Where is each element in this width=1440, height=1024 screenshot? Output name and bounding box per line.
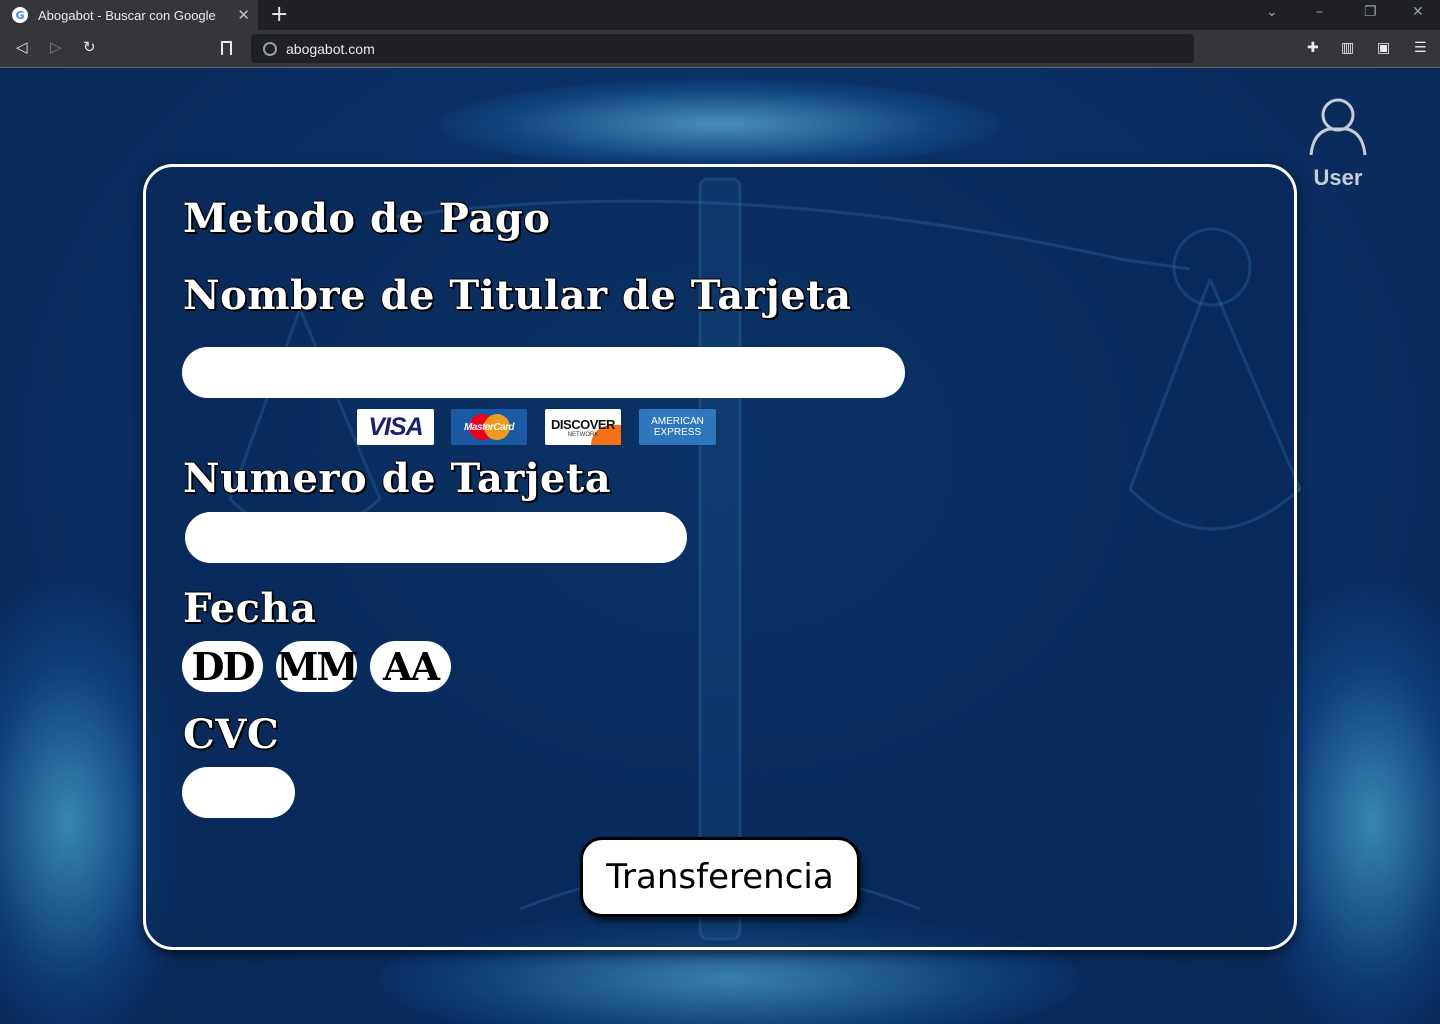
tab-close-icon[interactable]: ✕ [237,6,250,24]
user-icon [1309,98,1367,156]
date-label: Fecha [183,585,317,632]
tab-title: Abogabot - Buscar con Google [38,7,216,23]
address-bar[interactable]: abogabot.com [251,34,1194,63]
cvc-input[interactable] [182,767,295,818]
restore-icon[interactable]: ❐ [1364,4,1377,20]
url-text: abogabot.com [286,40,375,57]
globe-icon [263,41,277,56]
minimize-icon[interactable]: – [1316,4,1323,20]
amex-logo-icon: AMERICAN EXPRESS [639,409,716,445]
tab-search-icon[interactable]: ⌄ [1266,4,1278,20]
new-tab-icon[interactable]: + [270,2,288,27]
cvc-label: CVC [183,711,280,758]
google-favicon-icon: G [12,7,28,23]
holder-name-input[interactable] [182,347,905,398]
extensions-icon[interactable]: ✚ [1307,40,1323,56]
date-month-input[interactable]: MM [276,641,359,692]
payment-page: User Metodo de Pago Nombre de Titular de… [0,69,1440,1024]
browser-tab[interactable]: G Abogabot - Buscar con Google ✕ [0,0,258,30]
date-year-input[interactable]: AA [370,641,451,692]
transfer-button-label: Transferencia [606,857,834,897]
bookmark-icon[interactable] [221,41,232,55]
holder-name-label: Nombre de Titular de Tarjeta [183,272,852,319]
transfer-button[interactable]: Transferencia [580,837,860,917]
mastercard-logo-icon: MasterCard [451,409,527,445]
payment-form-card: Metodo de Pago Nombre de Titular de Tarj… [143,164,1297,950]
tab-strip: G Abogabot - Buscar con Google ✕ + ⌄ – ❐… [0,0,1440,30]
close-window-icon[interactable]: ✕ [1412,4,1424,20]
date-day-input[interactable]: DD [182,641,263,692]
visa-logo-icon: VISA [357,409,434,445]
wallet-icon[interactable]: ▣ [1377,40,1393,56]
form-title: Metodo de Pago [183,195,551,242]
side-panel-icon[interactable]: ▥ [1341,40,1357,56]
menu-icon[interactable]: ☰ [1414,40,1430,56]
forward-icon[interactable]: ▷ [50,38,62,56]
user-label: User [1313,165,1363,190]
card-number-label: Numero de Tarjeta [183,455,612,502]
discover-logo-icon: DISCOVER NETWORK [545,409,621,445]
card-number-input[interactable] [185,512,687,563]
back-icon[interactable]: ◁ [16,38,28,56]
browser-toolbar: ◁ ▷ ↻ abogabot.com ✚ ▥ ▣ ☰ [0,30,1440,68]
user-profile[interactable]: User [1296,89,1380,191]
reload-icon[interactable]: ↻ [83,38,96,56]
